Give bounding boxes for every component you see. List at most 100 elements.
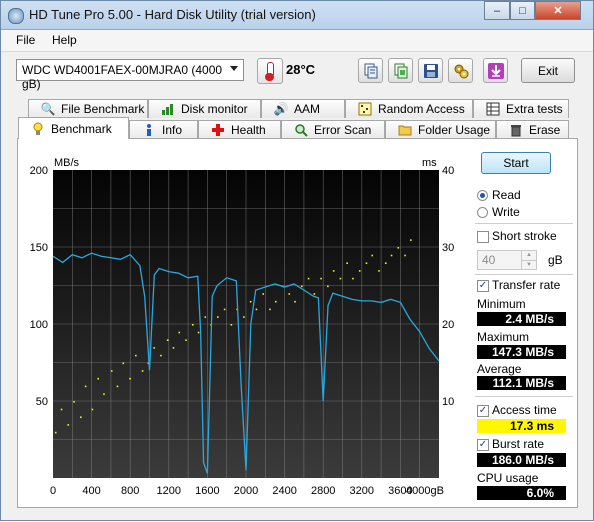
transfer-rate-checkbox[interactable]: ✓ [477,280,489,292]
transfer-rate-label: Transfer rate [492,278,561,292]
read-radio[interactable] [477,190,488,201]
divider [475,274,573,275]
read-label: Read [492,188,521,202]
access-time-point [135,354,137,357]
access-time-point [54,431,57,434]
access-time-point [116,385,119,388]
divider [475,396,573,397]
access-time-point [197,331,200,334]
x-tick-label: 4000gB [406,485,444,497]
access-time-point [185,339,187,341]
access-time-point [352,277,354,280]
short-stroke-checkbox[interactable] [477,231,489,243]
access-time-point [327,285,329,288]
burst-rate-value: 186.0 MB/s [477,453,566,467]
access-time-point [346,262,348,264]
access-time-point [172,347,175,349]
right-tick-label: 20 [442,319,454,331]
access-time-point [404,254,406,257]
short-stroke-input[interactable]: 40 ▲ ▼ [477,250,537,270]
access-time-point [371,254,374,257]
access-time-point [397,247,400,249]
short-stroke-unit: gB [548,253,563,267]
access-time-point [320,277,322,280]
access-time-point [91,408,94,411]
access-time-point [255,308,258,311]
left-tick-label: 50 [36,396,48,408]
x-tick-label: 2000 [234,485,258,497]
right-tick-label: 10 [442,396,454,408]
burst-rate-label: Burst rate [492,437,545,451]
access-time-point [103,393,105,395]
access-time-point [67,424,70,426]
right-tick-label: 30 [442,242,454,254]
access-time-point [301,285,303,288]
minimum-label: Minimum [477,297,526,311]
access-time-point [141,370,144,372]
write-radio[interactable] [477,207,488,218]
access-time-point [80,416,82,418]
access-time-point [339,277,342,280]
divider [475,223,573,224]
access-time-point [384,262,387,264]
x-tick-label: 400 [82,485,100,497]
access-time-point [262,293,265,295]
access-time-point [217,316,219,318]
write-label: Write [492,205,520,219]
access-time-point [110,370,113,372]
x-tick-label: 0 [50,485,56,497]
access-time-point [243,316,245,318]
short-stroke-label: Short stroke [492,229,557,243]
access-time-point [191,324,194,326]
access-time-point [307,277,310,280]
access-time-point [274,300,277,303]
access-time-point [129,377,131,380]
right-axis-unit: ms [422,157,437,169]
burst-rate-checkbox[interactable]: ✓ [477,439,489,451]
access-time-point [365,262,368,264]
app-window: HD Tune Pro 5.00 - Hard Disk Utility (tr… [0,0,594,521]
left-tick-label: 150 [30,242,48,254]
access-time-point [122,362,125,365]
access-time-point [153,347,155,349]
average-label: Average [477,362,522,376]
access-time-point [166,339,169,341]
access-time-point [358,270,361,272]
access-time-point [204,316,207,318]
access-time-label: Access time [492,403,557,417]
access-time-point [410,239,412,241]
access-time-checkbox[interactable]: ✓ [477,405,489,417]
access-time-point [390,254,393,257]
right-tick-label: 40 [442,165,454,177]
access-time-point [313,293,316,295]
access-time-point [269,308,271,311]
start-button[interactable]: Start [481,152,551,174]
minimum-value: 2.4 MB/s [477,312,566,326]
access-time-point [378,270,380,272]
average-value: 112.1 MB/s [477,376,566,390]
maximum-label: Maximum [477,330,530,344]
access-time-point [73,401,75,403]
access-time-point [249,300,252,303]
tab-benchmark[interactable]: Benchmark [18,117,129,139]
access-time-point [332,270,335,272]
x-tick-label: 2800 [311,485,335,497]
access-time-point [97,377,99,380]
spin-up-icon[interactable]: ▲ [521,251,536,260]
maximum-value: 147.3 MB/s [477,345,566,359]
cpu-usage-label: CPU usage [477,471,539,485]
left-tick-label: 200 [30,165,48,177]
spin-down-icon[interactable]: ▼ [521,260,536,270]
x-tick-label: 3200 [350,485,374,497]
x-tick-label: 2400 [272,485,296,497]
x-tick-label: 800 [121,485,139,497]
access-time-point [230,324,233,326]
left-tick-label: 100 [30,319,48,331]
access-time-point [178,331,181,334]
access-time-point [294,300,296,303]
access-time-point [160,354,162,357]
access-time-point [288,293,291,295]
x-tick-label: 1600 [195,485,219,497]
lightbulb-icon [31,122,45,136]
access-time-point [84,385,87,388]
